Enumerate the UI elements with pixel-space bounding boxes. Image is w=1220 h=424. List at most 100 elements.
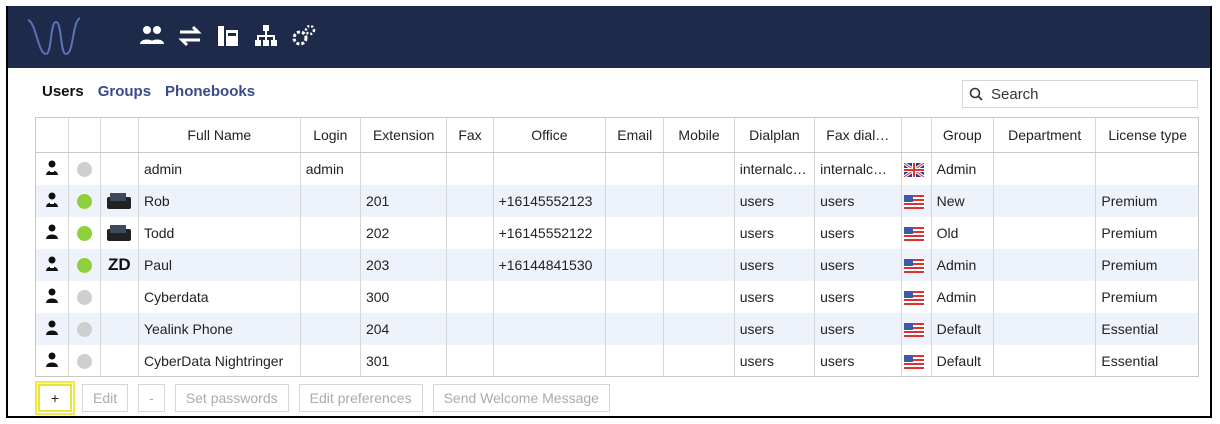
add-user-button[interactable]: + bbox=[35, 381, 75, 415]
mobile-cell bbox=[663, 345, 735, 376]
column-header-group[interactable]: Group bbox=[931, 118, 994, 153]
tab-groups[interactable]: Groups bbox=[98, 83, 151, 100]
users-icon[interactable] bbox=[138, 22, 166, 50]
column-header-license-type[interactable]: License type bbox=[1095, 118, 1198, 153]
table-row[interactable]: Yealink Phone 204 users users Default Essenti… bbox=[36, 313, 1198, 345]
column-header-language[interactable] bbox=[901, 118, 932, 153]
column-header-fax-dialplan[interactable]: Fax dial… bbox=[814, 118, 902, 153]
section-tabs: Users Groups Phonebooks bbox=[42, 83, 255, 100]
group-cell: Old bbox=[931, 217, 994, 249]
column-header-department[interactable]: Department bbox=[993, 118, 1097, 153]
transfer-icon[interactable] bbox=[176, 22, 204, 50]
device-cell bbox=[100, 185, 139, 217]
email-cell bbox=[605, 185, 665, 217]
zd-device-label: ZD bbox=[108, 255, 131, 274]
table-actions: + Edit - Set passwords Edit preferences … bbox=[35, 381, 610, 415]
presence-cell bbox=[68, 345, 101, 376]
tab-phonebooks[interactable]: Phonebooks bbox=[165, 83, 255, 100]
mobile-cell bbox=[663, 217, 735, 249]
full-name-cell: CyberData Nightringer bbox=[138, 345, 301, 376]
edit-preferences-button[interactable]: Edit preferences bbox=[298, 384, 423, 412]
admin-user-icon bbox=[45, 192, 58, 207]
column-header-extension[interactable]: Extension bbox=[360, 118, 448, 153]
us-flag-icon bbox=[904, 323, 925, 338]
column-header-dialplan[interactable]: Dialplan bbox=[734, 118, 816, 153]
presence-cell bbox=[68, 281, 101, 313]
user-icon bbox=[45, 320, 58, 335]
email-cell bbox=[605, 217, 665, 249]
group-cell: Default bbox=[931, 345, 994, 376]
license-type-cell: Premium bbox=[1095, 217, 1198, 249]
hierarchy-icon[interactable] bbox=[252, 22, 280, 50]
license-type-cell: Essential bbox=[1095, 313, 1198, 345]
language-flag-cell bbox=[901, 313, 932, 345]
presence-status-icon bbox=[76, 290, 92, 306]
dialplan-cell: users bbox=[734, 281, 816, 313]
search-input[interactable] bbox=[989, 84, 1183, 104]
extension-cell: 300 bbox=[360, 281, 448, 313]
table-row[interactable]: admin admin internalc… internalc… Admin bbox=[36, 152, 1198, 185]
settings-gears-icon[interactable] bbox=[290, 22, 318, 50]
column-header-email[interactable]: Email bbox=[605, 118, 665, 153]
office-cell bbox=[493, 345, 607, 376]
column-header-user-type[interactable] bbox=[36, 118, 69, 153]
mobile-cell bbox=[663, 249, 735, 281]
extension-cell: 301 bbox=[360, 345, 448, 376]
presence-cell bbox=[68, 249, 101, 281]
email-cell bbox=[605, 313, 665, 345]
login-cell bbox=[300, 281, 361, 313]
table-row[interactable]: ZD Paul 203 +16144841530 users users Admin Prem… bbox=[36, 249, 1198, 281]
column-header-mobile[interactable]: Mobile bbox=[663, 118, 735, 153]
license-type-cell bbox=[1095, 152, 1198, 185]
login-cell bbox=[300, 217, 361, 249]
fax-cell bbox=[446, 345, 494, 376]
us-flag-icon bbox=[904, 195, 925, 210]
column-header-presence[interactable] bbox=[68, 118, 101, 153]
dialplan-cell: users bbox=[734, 185, 816, 217]
uk-flag-icon bbox=[904, 163, 925, 178]
fax-cell bbox=[446, 217, 494, 249]
column-header-full-name[interactable]: Full Name bbox=[138, 118, 301, 153]
admin-user-icon bbox=[45, 256, 58, 271]
login-cell: admin bbox=[300, 152, 361, 185]
search-box[interactable] bbox=[962, 80, 1198, 108]
table-row[interactable]: Rob 201 +16145552123 users users New Premium bbox=[36, 185, 1198, 217]
table-header-row: Full Name Login Extension Fax Office Ema… bbox=[36, 118, 1198, 153]
fax-cell bbox=[446, 313, 494, 345]
fax-dialplan-cell: internalc… bbox=[814, 152, 902, 185]
fax-dialplan-cell: users bbox=[814, 281, 902, 313]
column-header-fax[interactable]: Fax bbox=[446, 118, 494, 153]
set-passwords-button[interactable]: Set passwords bbox=[174, 384, 289, 412]
table-row[interactable]: Todd 202 +16145552122 users users Old Premium bbox=[36, 217, 1198, 249]
table-row[interactable]: Cyberdata 300 users users Admin Premium bbox=[36, 281, 1198, 313]
us-flag-icon bbox=[904, 259, 925, 274]
user-icon bbox=[45, 224, 58, 239]
dialplan-cell: users bbox=[734, 217, 816, 249]
tab-users[interactable]: Users bbox=[42, 83, 84, 100]
search-icon bbox=[969, 87, 983, 101]
remove-button[interactable]: - bbox=[138, 384, 165, 412]
user-icon bbox=[45, 352, 58, 367]
presence-status-icon bbox=[76, 162, 92, 178]
mobile-cell bbox=[663, 185, 735, 217]
device-cell: ZD bbox=[100, 249, 139, 281]
presence-status-icon bbox=[76, 354, 92, 370]
presence-cell bbox=[68, 313, 101, 345]
fax-icon[interactable] bbox=[214, 22, 242, 50]
extension-cell: 203 bbox=[360, 249, 448, 281]
language-flag-cell bbox=[901, 345, 932, 376]
language-flag-cell bbox=[901, 152, 932, 185]
top-navigation-bar bbox=[8, 6, 1210, 68]
fax-dialplan-cell: users bbox=[814, 185, 902, 217]
column-header-login[interactable]: Login bbox=[300, 118, 361, 153]
column-header-office[interactable]: Office bbox=[493, 118, 607, 153]
presence-status-icon bbox=[76, 226, 92, 242]
us-flag-icon bbox=[904, 291, 925, 306]
send-welcome-message-button[interactable]: Send Welcome Message bbox=[432, 384, 610, 412]
office-cell bbox=[493, 281, 607, 313]
table-row[interactable]: CyberData Nightringer 301 users users Defaul… bbox=[36, 345, 1198, 376]
department-cell bbox=[993, 345, 1097, 376]
full-name-cell: Paul bbox=[138, 249, 301, 281]
office-cell: +16145552123 bbox=[493, 185, 607, 217]
edit-button[interactable]: Edit bbox=[82, 384, 129, 412]
